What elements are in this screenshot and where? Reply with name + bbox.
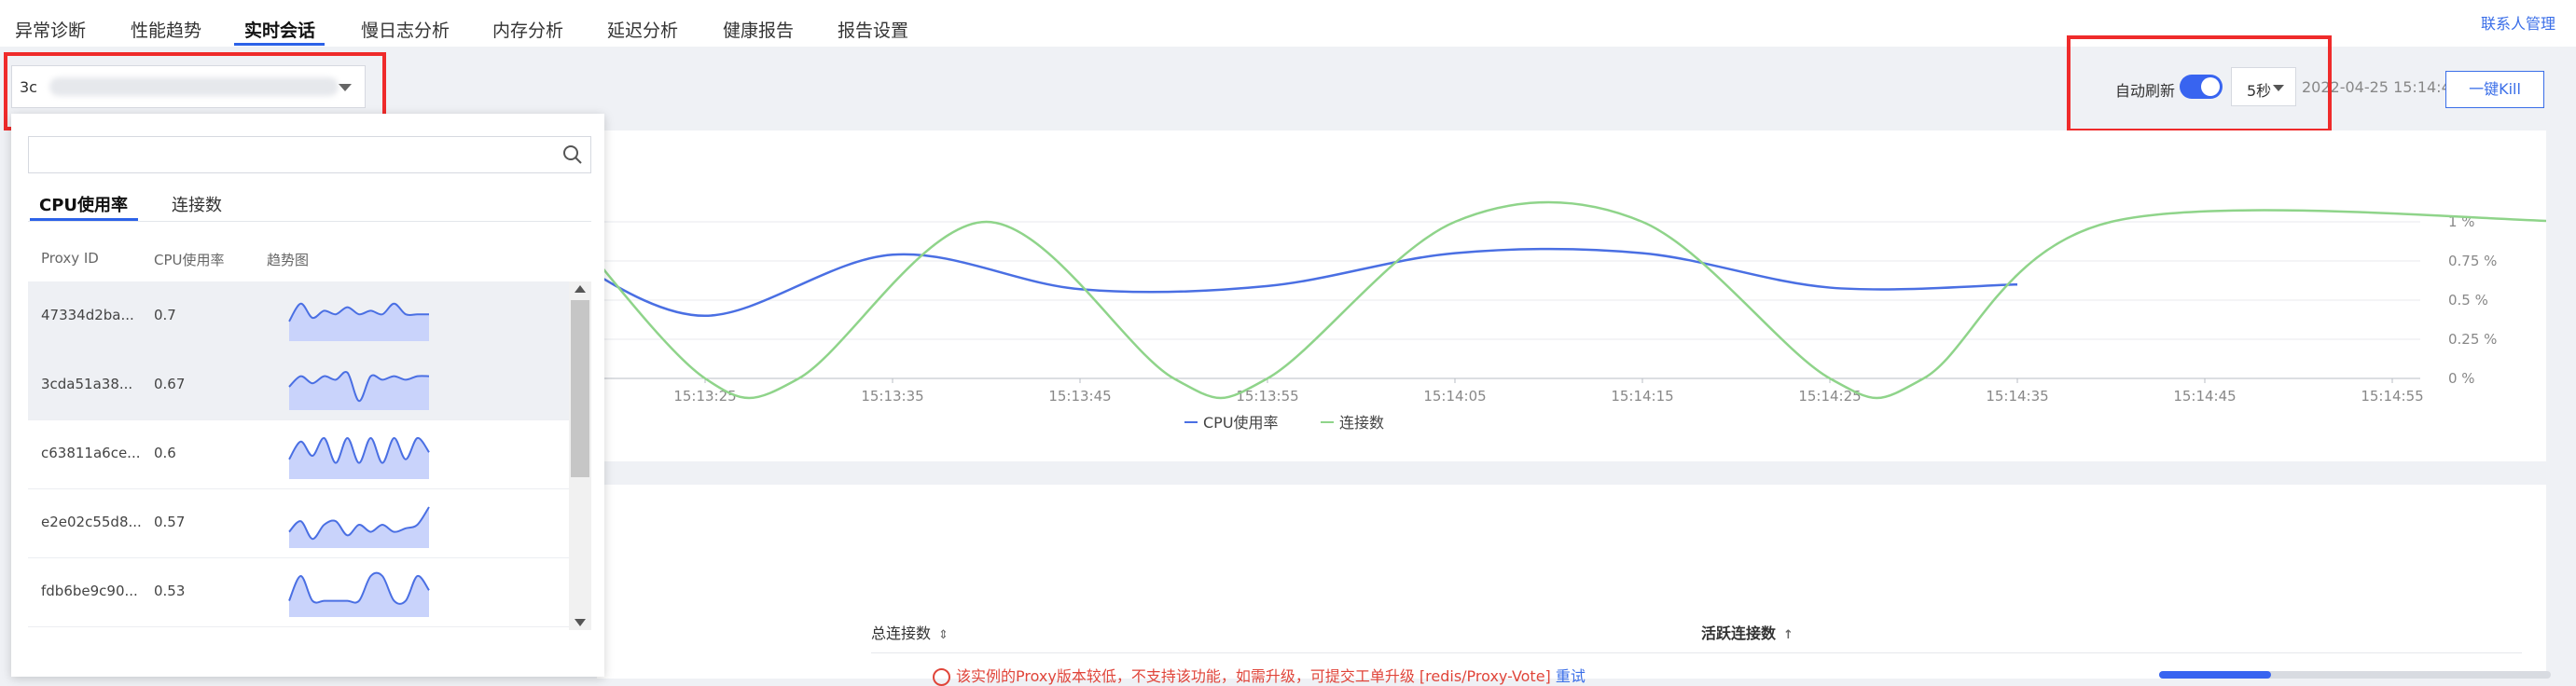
y-tick-label: 0.25 % <box>2448 331 2497 348</box>
proxy-row[interactable]: c63811a6ce... 0.6 <box>28 419 569 489</box>
y-tick-label: 0 % <box>2448 370 2475 387</box>
proxy-cpu: 0.67 <box>154 376 186 392</box>
proxy-row[interactable]: fdb6be9c90... 0.53 <box>28 557 569 627</box>
retry-link[interactable]: 重试 <box>1556 667 1586 685</box>
horizontal-scroll-thumb[interactable] <box>2159 671 2271 679</box>
proxy-row[interactable]: 47334d2ba... 0.7 <box>28 281 569 351</box>
sparkline <box>288 436 430 479</box>
column-header-total-connections[interactable]: 总连接数 ⇕ <box>871 621 949 643</box>
sparkline <box>288 302 429 341</box>
proxy-cpu: 0.6 <box>154 445 176 461</box>
x-tick-label: 15:14:35 <box>1986 388 2048 405</box>
contact-management-link[interactable]: 联系人管理 <box>2481 11 2555 34</box>
tab-slow-log[interactable]: 慢日志分析 <box>361 17 450 42</box>
tab-performance-trend[interactable]: 性能趋势 <box>131 17 201 42</box>
x-tick-label: 15:14:15 <box>1611 388 1673 405</box>
legend-label[interactable]: CPU使用率 <box>1203 414 1279 432</box>
x-tick-label: 15:13:45 <box>1048 388 1111 405</box>
x-tick-label: 15:14:55 <box>2361 388 2423 405</box>
proxy-row[interactable]: e2e02c55d8... 0.57 <box>28 488 569 558</box>
kill-all-button[interactable]: 一键Kill <box>2445 71 2544 108</box>
column-header-active-connections[interactable]: 活跃连接数 ↑ <box>1701 621 1794 643</box>
dropdown-tab-connections[interactable]: 连接数 <box>172 192 222 216</box>
scroll-up-arrow-icon[interactable] <box>575 285 586 293</box>
y-tick-label: 0.75 % <box>2448 253 2497 269</box>
x-tick-label: 15:13:35 <box>861 388 923 405</box>
sparkline <box>288 506 430 548</box>
active-tab-indicator <box>234 43 325 46</box>
realtime-line-chart: 1 %0.75 %0.5 %0.25 %0 %15:13:25 15:13:35 1… <box>563 200 2576 432</box>
proxy-dropdown-panel: CPU使用率 连接数 Proxy ID CPU使用率 趋势图 47334d2ba… <box>11 114 604 677</box>
x-tick-label: 15:14:45 <box>2173 388 2236 405</box>
proxy-row[interactable]: 3cda51a38... 0.67 <box>28 350 569 420</box>
scroll-down-arrow-icon[interactable] <box>575 619 586 626</box>
tab-latency-analysis[interactable]: 延迟分析 <box>607 17 678 42</box>
tab-anomaly-diagnosis[interactable]: 异常诊断 <box>15 17 86 42</box>
session-table-card <box>597 485 2546 679</box>
proxy-id: 3cda51a38... <box>41 376 133 392</box>
proxy-id: 47334d2ba... <box>41 307 134 323</box>
tab-health-report[interactable]: 健康报告 <box>723 17 794 42</box>
error-text: 该实例的Proxy版本较低，不支持该功能，如需升级，可提交工单升级 [redis… <box>956 667 1556 685</box>
proxy-id: c63811a6ce... <box>41 445 141 461</box>
search-icon[interactable] <box>562 144 583 165</box>
dropdown-scroll-thumb[interactable] <box>571 300 589 477</box>
sort-both-icon[interactable]: ⇕ <box>938 628 949 642</box>
dropdown-scrollbar[interactable] <box>569 281 591 630</box>
dropdown-tab-divider <box>28 221 591 222</box>
sparkline-area <box>289 303 429 341</box>
dropdown-col-cpu: CPU使用率 <box>154 252 225 268</box>
error-icon <box>933 668 950 686</box>
dropdown-col-trend: 趋势图 <box>267 252 310 268</box>
proxy-id: e2e02c55d8... <box>41 514 142 530</box>
proxy-cpu: 0.53 <box>154 583 186 599</box>
x-tick-label: 15:14:05 <box>1423 388 1486 405</box>
legend-label[interactable]: 连接数 <box>1339 414 1384 432</box>
tab-memory-analysis[interactable]: 内存分析 <box>492 17 563 42</box>
column-header-label: 活跃连接数 <box>1701 624 1777 642</box>
tab-realtime-session[interactable]: 实时会话 <box>244 17 315 42</box>
horizontal-scrollbar[interactable] <box>2159 671 2551 679</box>
proxy-version-error: 该实例的Proxy版本较低，不支持该功能，如需升级，可提交工单升级 [redis… <box>933 664 1586 686</box>
y-tick-label: 0.5 % <box>2448 292 2488 309</box>
table-header-divider <box>871 652 2522 653</box>
x-tick-label: 15:13:25 <box>673 388 736 405</box>
sparkline <box>288 371 430 410</box>
proxy-cpu: 0.7 <box>154 307 176 323</box>
column-header-label: 总连接数 <box>871 624 932 642</box>
dropdown-col-proxy-id: Proxy ID <box>41 250 99 267</box>
sparkline-area <box>289 437 429 479</box>
proxy-cpu: 0.57 <box>154 514 186 530</box>
sparkline-area <box>289 371 429 410</box>
highlight-box-controls <box>2067 35 2332 132</box>
proxy-search-input[interactable] <box>28 136 591 173</box>
sort-up-icon[interactable]: ↑ <box>1783 628 1794 642</box>
proxy-id: fdb6be9c90... <box>41 583 138 599</box>
series-line <box>563 247 2018 318</box>
sparkline <box>288 571 430 617</box>
realtime-chart-card: 1 % 0.75 % 0.5 % 0.25 % 0 % 15:13:25 15:13:35 1… <box>563 130 2576 461</box>
dropdown-tab-cpu[interactable]: CPU使用率 <box>39 192 128 216</box>
tab-report-settings[interactable]: 报告设置 <box>838 17 908 42</box>
